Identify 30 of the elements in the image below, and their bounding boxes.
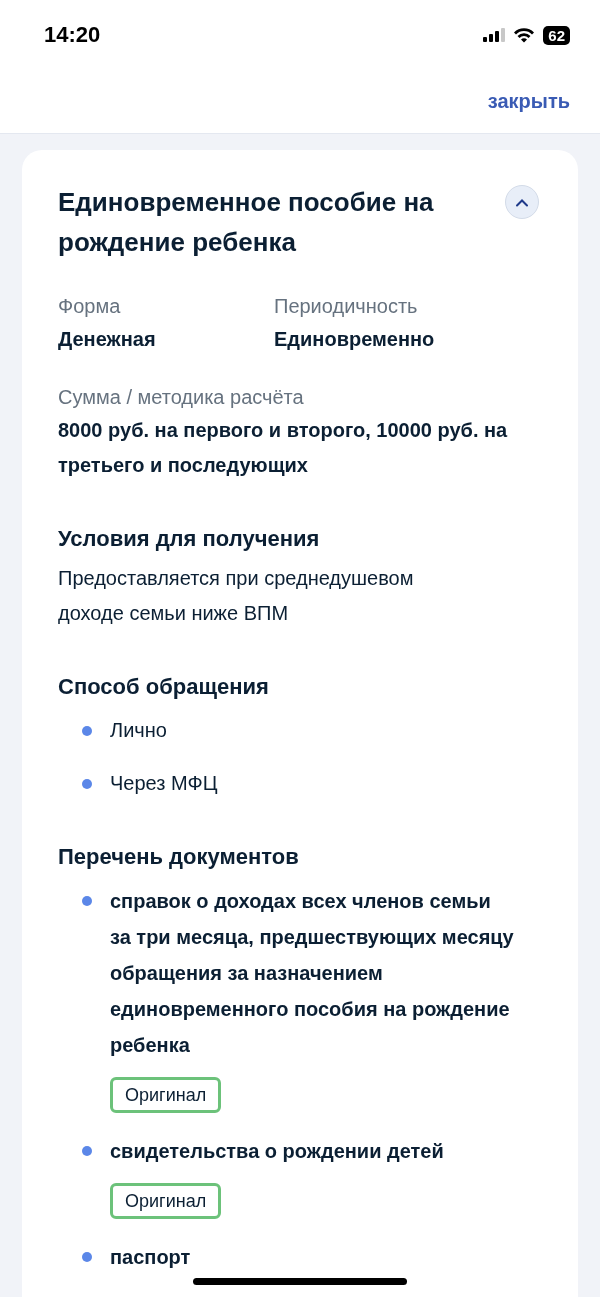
wifi-icon [513,27,536,43]
collapse-button[interactable] [505,185,539,219]
close-link[interactable]: закрыть [487,90,570,113]
field-label: Периодичность [274,294,419,319]
section-heading: Условия для получения [58,525,321,553]
battery-level: 62 [543,25,570,45]
field-value: Денежная [58,327,157,352]
signal-icon [483,28,506,42]
section-heading: Способ обращения [58,673,270,701]
status-time: 14:20 [44,22,101,48]
bullet-icon [82,725,92,736]
section-text: Предоставляется при среднедушевом доходе семьи ниже ВПМ [58,566,415,626]
original-tag: Оригинал [110,1077,222,1113]
field-label: Форма [58,294,122,319]
field-label: Сумма / методика расчёта [58,385,305,410]
document-item: свидетельства о рождении детей [110,1139,445,1164]
document-item: справок о доходах всех членов семьи за три месяца, предшествующих месяцу обращения за назначением единовременного пособия на рождение ребенка [110,889,515,1058]
document-item: паспорт [110,1245,192,1270]
section-heading: Перечень документов [58,843,300,871]
field-value: Единовременно [274,327,436,352]
benefit-title: Единовременное пособие на рождение ребенка [58,186,435,259]
list-item: Лично [110,718,167,743]
chevron-icon [515,197,529,207]
list-item: Через МФЦ [110,771,218,796]
field-value: 8000 руб. на первого и второго, 10000 руб. на третьего и последующих [58,418,509,478]
bullet-icon [82,778,92,789]
bullet-icon [82,1252,92,1262]
bullet-icon [82,896,92,906]
bullet-icon [82,1146,92,1156]
original-tag: Оригинал [110,1183,222,1219]
